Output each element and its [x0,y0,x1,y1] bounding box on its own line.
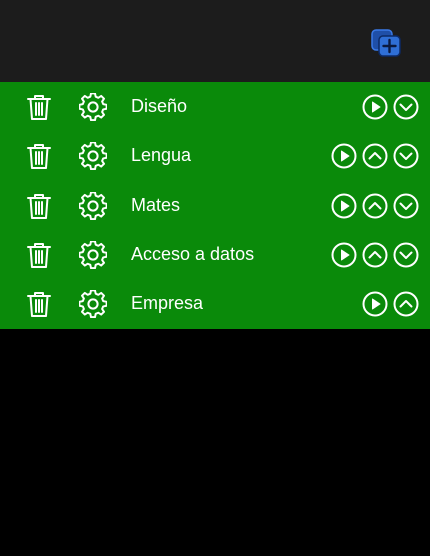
move-up-button[interactable] [362,193,388,219]
subject-list: Diseño Lengua Mates Acceso a datos Empresa [0,82,430,329]
delete-button[interactable] [26,241,52,269]
chevron-up-icon [362,193,388,219]
settings-button[interactable] [79,142,107,170]
top-bar [0,0,430,82]
settings-button[interactable] [79,290,107,318]
list-item-label: Mates [131,195,181,215]
list-item: Acceso a datos [0,230,430,280]
play-icon [331,143,357,169]
chevron-up-icon [362,242,388,268]
play-button[interactable] [331,193,357,219]
gear-icon [79,241,107,269]
add-item-button[interactable] [370,28,402,58]
settings-button[interactable] [79,192,107,220]
list-item-label: Empresa [131,293,204,313]
play-icon [331,193,357,219]
move-down-button[interactable] [393,193,419,219]
delete-button[interactable] [26,192,52,220]
settings-button[interactable] [79,93,107,121]
move-down-button[interactable] [393,242,419,268]
trash-icon [27,144,51,169]
list-item: Diseño [0,82,430,132]
play-icon [362,94,388,120]
play-button[interactable] [362,291,388,317]
gear-icon [79,142,107,170]
chevron-down-icon [393,193,419,219]
chevron-down-icon [393,94,419,120]
move-up-button[interactable] [393,291,419,317]
play-button[interactable] [331,143,357,169]
play-icon [331,242,357,268]
trash-icon [27,95,51,120]
move-down-button[interactable] [393,94,419,120]
list-item: Mates [0,181,430,231]
play-icon [362,291,388,317]
list-item-label: Diseño [131,96,188,116]
gear-icon [79,290,107,318]
gear-icon [79,93,107,121]
delete-button[interactable] [26,93,52,121]
chevron-up-icon [393,291,419,317]
chevron-down-icon [393,143,419,169]
list-item-label: Acceso a datos [131,244,255,264]
list-item-label: Lengua [131,145,192,165]
trash-icon [27,292,51,317]
gear-icon [79,192,107,220]
delete-button[interactable] [26,290,52,318]
move-up-button[interactable] [362,242,388,268]
add-copy-icon [371,29,401,57]
chevron-down-icon [393,242,419,268]
play-button[interactable] [331,242,357,268]
list-item: Empresa [0,279,430,329]
chevron-up-icon [362,143,388,169]
delete-button[interactable] [26,142,52,170]
trash-icon [27,194,51,219]
play-button[interactable] [362,94,388,120]
move-down-button[interactable] [393,143,419,169]
move-up-button[interactable] [362,143,388,169]
trash-icon [27,243,51,268]
settings-button[interactable] [79,241,107,269]
list-item: Lengua [0,131,430,181]
